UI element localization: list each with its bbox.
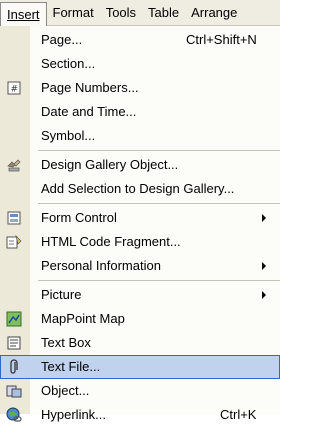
menu-item-label: MapPoint Map xyxy=(41,311,125,326)
menu-item-label: Text File... xyxy=(41,359,101,374)
menu-item-page[interactable]: Page... Ctrl+Shift+N xyxy=(0,28,280,52)
menu-item-page-numbers[interactable]: # Page Numbers... xyxy=(0,76,280,100)
menu-insert[interactable]: Insert xyxy=(0,1,47,28)
insert-menu-dropdown: Page... Ctrl+Shift+N Section... # Page N… xyxy=(0,26,280,422)
menu-item-label: Form Control xyxy=(41,210,117,225)
hyperlink-icon xyxy=(6,407,22,423)
svg-text:#: # xyxy=(11,85,19,95)
submenu-arrow-icon xyxy=(262,291,266,299)
menu-item-label: Page Numbers... xyxy=(41,80,139,95)
menu-item-shortcut: Ctrl+Shift+N xyxy=(186,32,257,47)
menu-item-shortcut: Ctrl+K xyxy=(220,407,257,422)
submenu-arrow-icon xyxy=(262,262,266,270)
menu-item-symbol[interactable]: Symbol... xyxy=(0,124,280,148)
menu-item-html-fragment[interactable]: HTML Code Fragment... xyxy=(0,230,280,254)
menu-item-design-gallery[interactable]: Design Gallery Object... xyxy=(0,153,280,177)
menu-item-section[interactable]: Section... xyxy=(0,52,280,76)
object-icon xyxy=(6,383,22,399)
menu-item-label: Section... xyxy=(41,56,96,71)
menu-bar: Insert Format Tools Table Arrange xyxy=(0,0,280,28)
menu-item-add-to-gallery[interactable]: Add Selection to Design Gallery... xyxy=(0,177,280,201)
menu-item-label: HTML Code Fragment... xyxy=(41,234,181,249)
mappoint-icon xyxy=(6,311,22,327)
menu-table[interactable]: Table xyxy=(142,2,185,24)
menu-item-text-box[interactable]: Text Box xyxy=(0,331,280,355)
menu-item-label: Date and Time... xyxy=(41,104,137,119)
menu-item-object[interactable]: Object... xyxy=(0,379,280,403)
text-box-icon xyxy=(6,335,22,351)
menu-item-label: Page... xyxy=(41,32,83,47)
menu-item-form-control[interactable]: Form Control xyxy=(0,206,280,230)
menu-item-label: Object... xyxy=(41,383,90,398)
menu-item-label: Hyperlink... xyxy=(41,407,107,422)
form-control-icon xyxy=(6,210,22,226)
paperclip-icon xyxy=(6,359,22,375)
menu-item-label: Design Gallery Object... xyxy=(41,157,179,172)
page-numbers-icon: # xyxy=(6,80,22,96)
menu-item-label: Picture xyxy=(41,287,82,302)
menu-item-label: Add Selection to Design Gallery... xyxy=(41,181,235,196)
design-gallery-icon xyxy=(6,157,22,173)
html-fragment-icon xyxy=(6,234,22,250)
menu-tools[interactable]: Tools xyxy=(100,2,142,24)
menu-item-text-file[interactable]: Text File... xyxy=(0,355,280,379)
menu-format[interactable]: Format xyxy=(47,2,100,24)
menu-arrange[interactable]: Arrange xyxy=(185,2,243,24)
menu-item-date-time[interactable]: Date and Time... xyxy=(0,100,280,124)
menu-item-personal-info[interactable]: Personal Information xyxy=(0,254,280,278)
menu-item-label: Personal Information xyxy=(41,258,161,273)
menu-item-mappoint[interactable]: MapPoint Map xyxy=(0,307,280,331)
menu-item-label: Symbol... xyxy=(41,128,96,143)
submenu-arrow-icon xyxy=(262,214,266,222)
menu-item-picture[interactable]: Picture xyxy=(0,283,280,307)
menu-item-label: Text Box xyxy=(41,335,91,350)
menu-item-hyperlink[interactable]: Hyperlink... Ctrl+K xyxy=(0,403,280,427)
